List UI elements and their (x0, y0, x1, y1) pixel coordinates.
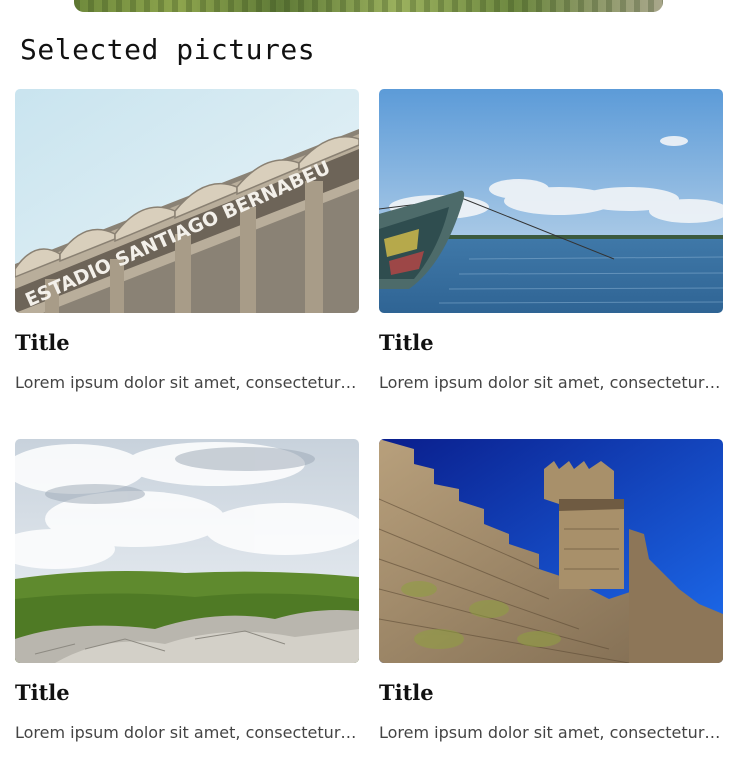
landscape-photo[interactable] (15, 439, 359, 663)
card-description: Lorem ipsum dolor sit amet, consectetur … (379, 723, 723, 742)
card-title: Title (15, 330, 70, 355)
castle-photo[interactable] (379, 439, 723, 663)
picture-card-castle[interactable]: Title Lorem ipsum dolor sit amet, consec… (379, 439, 723, 742)
picture-card-landscape[interactable]: Title Lorem ipsum dolor sit amet, consec… (15, 439, 359, 742)
card-description: Lorem ipsum dolor sit amet, consectetur … (379, 373, 723, 392)
stadium-photo[interactable]: ESTADIO SANTIAGO BERNABEU (15, 89, 359, 313)
card-title: Title (379, 330, 434, 355)
boat-photo[interactable] (379, 89, 723, 313)
picture-card-stadium[interactable]: ESTADIO SANTIAGO BERNABEU Title Lorem ip… (15, 89, 359, 392)
card-title: Title (15, 680, 70, 705)
picture-card-boat[interactable]: Title Lorem ipsum dolor sit amet, consec… (379, 89, 723, 392)
card-description: Lorem ipsum dolor sit amet, consectetur … (15, 373, 359, 392)
section-title: Selected pictures (20, 33, 316, 66)
card-title: Title (379, 680, 434, 705)
top-banner-image (74, 0, 663, 12)
card-description: Lorem ipsum dolor sit amet, consectetur … (15, 723, 359, 742)
